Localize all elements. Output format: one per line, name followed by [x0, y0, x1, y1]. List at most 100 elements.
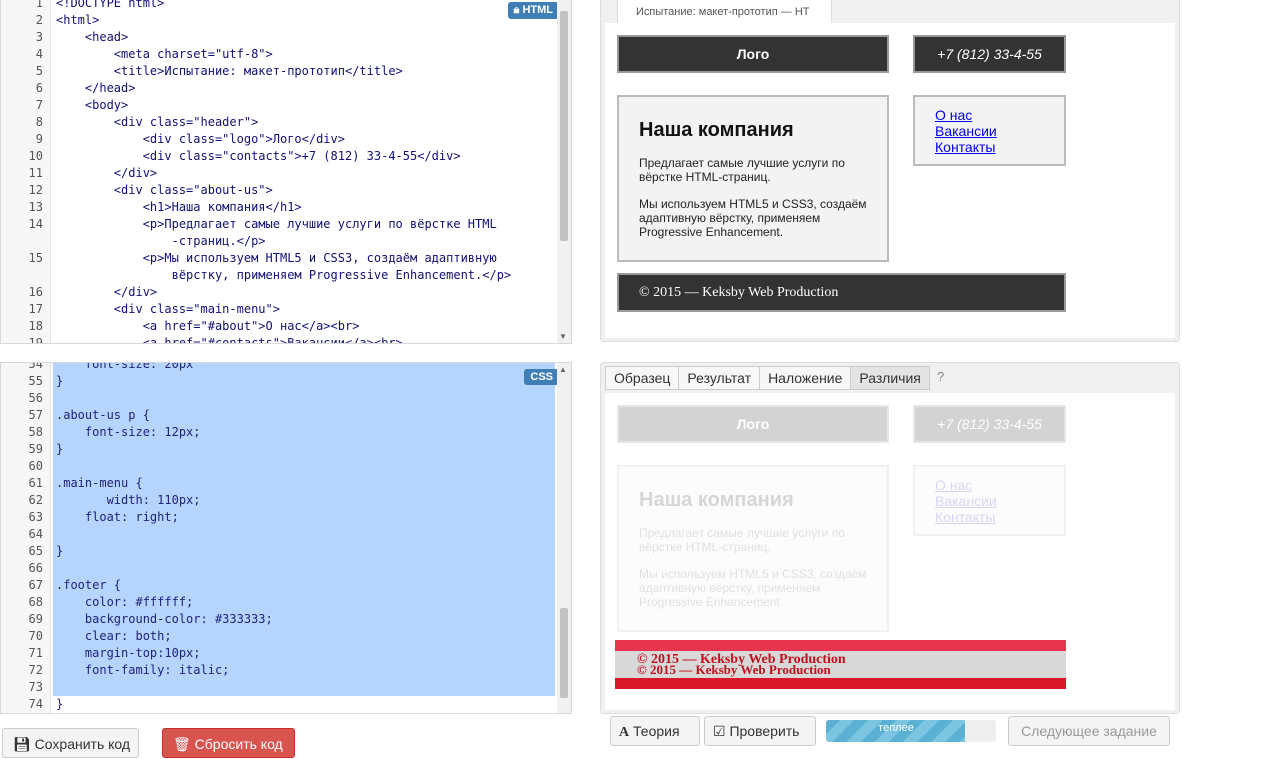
check-button[interactable]: ☑︎ Проверить	[704, 716, 816, 746]
code-line[interactable]: 68 color: #ffffff;	[1, 594, 557, 611]
code-line[interactable]: 10 <div class="contacts">+7 (812) 33-4-5…	[1, 148, 557, 165]
code-line[interactable]: 62 width: 110px;	[1, 492, 557, 509]
help-icon[interactable]: ?	[937, 369, 944, 384]
tab-sample[interactable]: Образец	[605, 366, 680, 390]
code-line[interactable]: 16 </div>	[1, 284, 557, 301]
line-code[interactable]: <div class="about-us">	[56, 182, 557, 199]
line-code[interactable]: .footer {	[53, 577, 557, 594]
code-line[interactable]: 3 <head>	[1, 29, 557, 46]
menu-link-contacts[interactable]: Контакты	[935, 139, 1064, 155]
code-line[interactable]: 17 <div class="main-menu">	[1, 301, 557, 318]
menu-link-vacancies[interactable]: Вакансии	[935, 123, 1064, 139]
line-code[interactable]: </head>	[56, 80, 557, 97]
code-line[interactable]: 12 <div class="about-us">	[1, 182, 557, 199]
code-line[interactable]: 74}	[1, 696, 557, 713]
line-code[interactable]: </div>	[56, 165, 557, 182]
css-editor[interactable]: 54 font-size: 20px 55} 56 57 .about-us p {58…	[0, 362, 572, 714]
line-code[interactable]: float: right;	[53, 509, 557, 526]
line-code[interactable]: <div class="contacts">+7 (812) 33-4-55</…	[56, 148, 557, 165]
code-line[interactable]: 55}	[1, 373, 557, 390]
code-line[interactable]: 14 <p>Предлагает самые лучшие услуги по …	[1, 216, 557, 250]
code-lines[interactable]: 54 font-size: 20px 55} 56 57 .about-us p {58…	[1, 363, 557, 713]
line-code[interactable]: .about-us p {	[53, 407, 557, 424]
line-code[interactable]: margin-top:10px;	[53, 645, 557, 662]
theory-button[interactable]: A Теория	[610, 716, 700, 746]
line-code[interactable]: <body>	[56, 97, 557, 114]
code-line[interactable]: 57 .about-us p {	[1, 407, 557, 424]
line-code[interactable]: <meta charset="utf-8">	[56, 46, 557, 63]
line-code[interactable]: color: #ffffff;	[53, 594, 557, 611]
code-line[interactable]: 61 .main-menu {	[1, 475, 557, 492]
code-line[interactable]: 7 <body>	[1, 97, 557, 114]
line-code[interactable]: <div class="header">	[56, 114, 557, 131]
code-line[interactable]: 8 <div class="header">	[1, 114, 557, 131]
code-line[interactable]: 15 <p>Мы используем HTML5 и CSS3, создаё…	[1, 250, 557, 284]
menu-link-about[interactable]: О нас	[935, 107, 1064, 123]
line-code[interactable]: <div class="logo">Лого</div>	[56, 131, 557, 148]
code-line[interactable]: 1 <!DOCTYPE html>	[1, 0, 557, 12]
html-scrollbar[interactable]: ▼	[557, 0, 571, 343]
line-code[interactable]: <a href="#contacts">Вакансии</a><br>	[56, 335, 557, 343]
tab-differences[interactable]: Различия	[850, 366, 930, 390]
line-code[interactable]: width: 110px;	[53, 492, 557, 509]
code-line[interactable]: 58 font-size: 12px;	[1, 424, 557, 441]
code-line[interactable]: 70 clear: both;	[1, 628, 557, 645]
code-line[interactable]: 64	[1, 526, 557, 543]
line-code[interactable]: <html>	[56, 12, 557, 29]
line-code[interactable]: font-size: 20px	[53, 363, 557, 373]
code-line[interactable]: 4 <meta charset="utf-8">	[1, 46, 557, 63]
code-line[interactable]: 2 <html>	[1, 12, 557, 29]
save-code-button[interactable]: 💾︎ Сохранить код	[2, 728, 139, 758]
code-line[interactable]: 9 <div class="logo">Лого</div>	[1, 131, 557, 148]
line-code[interactable]: font-size: 12px;	[53, 424, 557, 441]
code-line[interactable]: 56	[1, 390, 557, 407]
code-line[interactable]: 73	[1, 679, 557, 696]
line-code[interactable]: }	[53, 696, 557, 713]
code-line[interactable]: 65}	[1, 543, 557, 560]
line-code[interactable]: <p>Мы используем HTML5 и CSS3, создаём а…	[56, 250, 557, 284]
scroll-thumb[interactable]	[560, 11, 568, 241]
tab-overlay[interactable]: Наложение	[759, 366, 852, 390]
html-editor[interactable]: 1 <!DOCTYPE html> 2 <html> 3 <head> 4 <meta c…	[0, 0, 572, 344]
code-line[interactable]: 6 </head>	[1, 80, 557, 97]
code-line[interactable]: 60	[1, 458, 557, 475]
line-code[interactable]: }	[53, 441, 557, 458]
line-code[interactable]: <p>Предлагает самые лучшие услуги по вёр…	[56, 216, 557, 250]
scroll-down-icon[interactable]: ▼	[559, 332, 567, 341]
code-line[interactable]: 66	[1, 560, 557, 577]
tab-result[interactable]: Результат	[678, 366, 761, 390]
line-code[interactable]: clear: both;	[53, 628, 557, 645]
scroll-thumb[interactable]	[560, 608, 568, 698]
code-line[interactable]: 11 </div>	[1, 165, 557, 182]
code-line[interactable]: 54 font-size: 20px	[1, 363, 557, 373]
code-lines[interactable]: 1 <!DOCTYPE html> 2 <html> 3 <head> 4 <meta c…	[1, 0, 557, 343]
preview-tab[interactable]: Испытание: макет-прототип — HT	[617, 0, 832, 24]
code-line[interactable]: 69 background-color: #333333;	[1, 611, 557, 628]
line-text: .main-menu {	[56, 476, 143, 490]
line-code[interactable]: font-family: italic;	[53, 662, 557, 679]
line-code[interactable]: <!DOCTYPE html>	[56, 0, 557, 12]
code-line[interactable]: 72 font-family: italic;	[1, 662, 557, 679]
code-line[interactable]: 13 <h1>Наша компания</h1>	[1, 199, 557, 216]
line-code[interactable]: </div>	[56, 284, 557, 301]
scroll-up-icon[interactable]: ▲	[559, 365, 567, 374]
line-code[interactable]: <head>	[56, 29, 557, 46]
line-code[interactable]: <h1>Наша компания</h1>	[56, 199, 557, 216]
line-code[interactable]: <div class="main-menu">	[56, 301, 557, 318]
code-line[interactable]: 71 margin-top:10px;	[1, 645, 557, 662]
next-task-button[interactable]: Следующее задание	[1008, 716, 1170, 746]
line-code[interactable]: <a href="#about">О нас</a><br>	[56, 318, 557, 335]
code-line[interactable]: 5 <title>Испытание: макет-прототип</titl…	[1, 63, 557, 80]
line-code[interactable]: .main-menu {	[53, 475, 557, 492]
line-code[interactable]: }	[53, 543, 557, 560]
line-code[interactable]: }	[53, 373, 557, 390]
css-scrollbar[interactable]: ▲	[557, 363, 571, 713]
reset-code-button[interactable]: 🗑︎ Сбросить код	[162, 728, 295, 758]
code-line[interactable]: 63 float: right;	[1, 509, 557, 526]
line-code[interactable]: <title>Испытание: макет-прототип</title>	[56, 63, 557, 80]
code-line[interactable]: 59}	[1, 441, 557, 458]
line-code[interactable]: background-color: #333333;	[53, 611, 557, 628]
code-line[interactable]: 18 <a href="#about">О нас</a><br>	[1, 318, 557, 335]
code-line[interactable]: 19 <a href="#contacts">Вакансии</a><br>	[1, 335, 557, 343]
code-line[interactable]: 67 .footer {	[1, 577, 557, 594]
